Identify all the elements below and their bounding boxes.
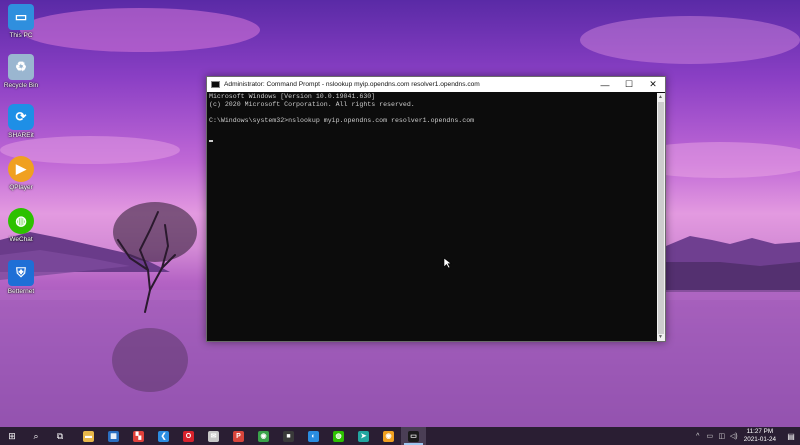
wechat-icon: ◍: [333, 430, 344, 442]
window-titlebar[interactable]: Administrator: Command Prompt - nslookup…: [207, 77, 665, 92]
minimize-button[interactable]: —: [593, 77, 617, 92]
taskbar-clock[interactable]: 11:27 PM 2021-01-24: [744, 428, 776, 444]
vertical-scrollbar[interactable]: ▲ ▼: [657, 93, 665, 341]
notification-icon[interactable]: ▤: [782, 432, 800, 441]
wechat-icon: ◍: [8, 208, 34, 234]
taskbar-app-wechat[interactable]: ◍: [326, 427, 351, 445]
taskbar-app-edge[interactable]: ◐: [301, 427, 326, 445]
battery-icon[interactable]: ▭: [704, 432, 716, 440]
console-line: (c) 2020 Microsoft Corporation. All righ…: [209, 101, 415, 109]
color-app-icon: ▚: [133, 430, 144, 442]
show-hidden-icons-chevron-icon[interactable]: ^: [692, 433, 704, 440]
text-cursor: [209, 133, 656, 142]
taskbar-app-file-explorer[interactable]: ▬: [76, 427, 101, 445]
console-line: C:\Windows\system32>nslookup myip.opendn…: [209, 117, 475, 125]
taskbar-app-color-app[interactable]: ▚: [126, 427, 151, 445]
taskbar-app-chrome[interactable]: ◉: [251, 427, 276, 445]
desktop-icon-label: Betternet: [7, 288, 35, 295]
command-prompt-icon: ▭: [408, 430, 419, 442]
taskbar-app-vs-arrow[interactable]: ➤: [351, 427, 376, 445]
file-explorer-icon: ▬: [83, 430, 94, 442]
taskbar-app-wps-pdf[interactable]: P: [226, 427, 251, 445]
opera-icon: O: [183, 430, 194, 442]
desktop-icon-recycle-bin[interactable]: ♻ Recycle Bin: [2, 54, 40, 89]
taskbar-app-mail[interactable]: ✉: [201, 427, 226, 445]
chrome-icon: ◉: [258, 430, 269, 442]
desktop-icon-betternet[interactable]: ⛨ Betternet: [2, 260, 40, 295]
network-icon[interactable]: ◫: [716, 432, 728, 440]
command-prompt-icon: [211, 81, 220, 88]
scroll-up-icon[interactable]: ▲: [658, 94, 663, 100]
volume-icon[interactable]: ◁): [728, 432, 740, 440]
desktop-icon-wechat[interactable]: ◍ WeChat: [2, 208, 40, 243]
jetbrains-icon: ■: [283, 430, 294, 442]
desktop-icon-qplayer[interactable]: ▶ QPlayer: [2, 156, 40, 191]
maximize-button[interactable]: ☐: [617, 77, 641, 92]
betternet-icon: ⛨: [8, 260, 34, 286]
scroll-down-icon[interactable]: ▼: [658, 334, 663, 340]
computer-icon: ▭: [8, 4, 34, 30]
windows-start-icon[interactable]: ⊞: [0, 427, 24, 445]
desktop-icon-label: WeChat: [9, 236, 33, 243]
search-icon[interactable]: ⌕: [24, 427, 48, 445]
taskbar-app-command-prompt[interactable]: ▭: [401, 427, 426, 445]
desktop-icon-shareit[interactable]: ⟳ SHAREit: [2, 104, 40, 139]
qplayer-icon: ◉: [383, 430, 394, 442]
vs-code-icon: ❮: [158, 430, 169, 442]
qplayer-icon: ▶: [8, 156, 34, 182]
clock-date: 2021-01-24: [743, 436, 776, 443]
clock-time: 11:27 PM: [746, 428, 774, 435]
console-line: ​: [209, 109, 656, 117]
edge-icon: ◐: [308, 430, 319, 442]
close-button[interactable]: ✕: [641, 77, 665, 92]
desktop-icon-label: SHAREit: [8, 132, 34, 139]
scrollbar-thumb[interactable]: [658, 102, 664, 334]
taskbar-app-qplayer[interactable]: ◉: [376, 427, 401, 445]
taskbar: ⊞ ⌕ ⧉ ▬ ▦ ▚ ❮ O ✉ P ◉ ■ ◐ ◍ ➤ ◉ ▭ ^ ▭ ◫ ◁) 11:27 PM 2…: [0, 427, 800, 445]
desktop-icon-label: QPlayer: [9, 184, 33, 191]
desktop-icon-this-pc[interactable]: ▭ This PC: [2, 4, 40, 39]
microsoft-store-icon: ▦: [108, 430, 119, 442]
console-output[interactable]: Microsoft Windows [Version 10.0.19041.63…: [208, 93, 657, 341]
wps-pdf-icon: P: [233, 430, 244, 442]
console-line: ​: [209, 125, 656, 133]
desktop-background: ▭ This PC ♻ Recycle Bin ⟳ SHAREit ▶ QPla…: [0, 0, 800, 427]
shareit-icon: ⟳: [8, 104, 34, 130]
console-line: Microsoft Windows [Version 10.0.19041.63…: [209, 93, 376, 100]
system-tray: ^ ▭ ◫ ◁) 11:27 PM 2021-01-24 ▤: [692, 427, 800, 445]
desktop-icon-label: This PC: [9, 32, 33, 39]
task-view-icon[interactable]: ⧉: [48, 427, 72, 445]
taskbar-app-microsoft-store[interactable]: ▦: [101, 427, 126, 445]
taskbar-app-jetbrains[interactable]: ■: [276, 427, 301, 445]
vs-arrow-icon: ➤: [358, 430, 369, 442]
recycle-bin-icon: ♻: [8, 54, 34, 80]
taskbar-app-opera[interactable]: O: [176, 427, 201, 445]
taskbar-app-vs-code[interactable]: ❮: [151, 427, 176, 445]
command-prompt-window[interactable]: Administrator: Command Prompt - nslookup…: [206, 76, 666, 342]
desktop-icon-label: Recycle Bin: [3, 82, 39, 89]
mail-icon: ✉: [208, 430, 219, 442]
window-title: Administrator: Command Prompt - nslookup…: [224, 81, 480, 88]
